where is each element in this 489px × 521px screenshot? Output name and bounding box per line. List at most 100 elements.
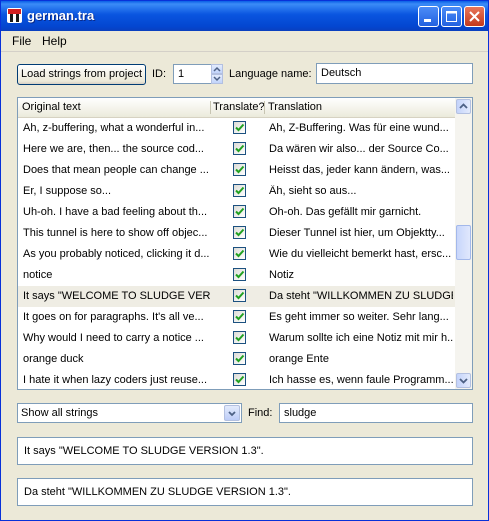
table-row[interactable]: Why would I need to carry a notice ... Wa… (18, 328, 455, 349)
filter-dropdown[interactable]: Show all strings (17, 403, 242, 423)
original-cell: orange duck (23, 353, 84, 365)
app-icon (7, 8, 22, 23)
column-divider[interactable] (210, 101, 211, 114)
translate-checkbox[interactable] (233, 373, 246, 386)
menu-file[interactable]: File (12, 34, 31, 48)
translation-cell: Oh-oh. Das gefällt mir garnicht. (269, 206, 422, 218)
translate-checkbox[interactable] (233, 268, 246, 281)
table-row[interactable]: orange duck orange Ente (18, 349, 455, 370)
maximize-button[interactable] (441, 6, 462, 27)
arrow-down-icon (213, 76, 221, 82)
original-cell: It goes on for paragraphs. It's all ve..… (23, 311, 204, 323)
table-row[interactable]: Does that mean people can change ... Heis… (18, 160, 455, 181)
table-row[interactable]: Ah, z-buffering, what a wonderful in... A… (18, 118, 455, 139)
column-translation[interactable]: Translation (268, 101, 322, 113)
translation-cell: Ah, Z-Buffering. Was für eine wund... (269, 122, 449, 134)
filter-selected: Show all strings (21, 407, 99, 419)
menu-help[interactable]: Help (42, 34, 67, 48)
id-spinner[interactable] (211, 64, 223, 84)
original-text-box[interactable]: It says "WELCOME TO SLUDGE VERSION 1.3". (17, 437, 473, 465)
translate-checkbox[interactable] (233, 226, 246, 239)
checkmark-icon (235, 375, 245, 384)
table-row[interactable]: It says "WELCOME TO SLUDGE VERS... Da ste… (18, 286, 455, 307)
column-translate[interactable]: Translate? (213, 101, 265, 113)
checkmark-icon (235, 249, 245, 258)
find-label: Find: (248, 407, 273, 419)
arrow-down-icon (459, 378, 468, 384)
arrow-up-icon (459, 103, 468, 109)
original-cell: Er, I suppose so... (23, 185, 112, 197)
table-row[interactable]: I hate it when lazy coders just reuse...… (18, 370, 455, 389)
translate-checkbox[interactable] (233, 352, 246, 365)
table-row[interactable]: This tunnel is here to show off objec...… (18, 223, 455, 244)
translation-cell: orange Ente (269, 353, 329, 365)
spin-down-button[interactable] (211, 74, 223, 84)
vertical-scrollbar[interactable] (455, 98, 472, 389)
chevron-down-icon (228, 411, 236, 417)
spin-up-button[interactable] (211, 64, 223, 74)
close-icon (469, 11, 480, 22)
translation-cell: Ich hasse es, wenn faule Programm... (269, 374, 453, 386)
table-row[interactable]: It goes on for paragraphs. It's all ve..… (18, 307, 455, 328)
translation-cell: Da steht "WILLKOMMEN ZU SLUDGE... (269, 290, 453, 302)
scroll-up-button[interactable] (456, 99, 471, 114)
original-cell: Uh-oh. I have a bad feeling about th... (23, 206, 208, 218)
translation-cell: Heisst das, jeder kann ändern, was... (269, 164, 450, 176)
checkmark-icon (235, 228, 245, 237)
table-row[interactable]: Here we are, then... the source cod... Da… (18, 139, 455, 160)
dropdown-button[interactable] (224, 405, 240, 421)
original-cell: I hate it when lazy coders just reuse... (23, 374, 208, 386)
translation-text-box[interactable]: Da steht "WILLKOMMEN ZU SLUDGE VERSION 1… (17, 478, 473, 506)
maximize-icon (446, 11, 457, 22)
language-input[interactable]: Deutsch (316, 63, 473, 84)
table-row[interactable]: As you probably noticed, clicking it d..… (18, 244, 455, 265)
load-strings-button[interactable]: Load strings from project (17, 64, 146, 85)
original-cell: This tunnel is here to show off objec... (23, 227, 208, 239)
table-row[interactable]: Uh-oh. I have a bad feeling about th... O… (18, 202, 455, 223)
translation-cell: Wie du vielleicht bemerkt hast, ersc... (269, 248, 452, 260)
column-original[interactable]: Original text (22, 101, 81, 113)
title-bar[interactable]: german.tra (1, 1, 488, 31)
original-cell: As you probably noticed, clicking it d..… (23, 248, 210, 260)
strings-table[interactable]: Original text Translate? Translation Ah,… (17, 97, 473, 390)
translate-checkbox[interactable] (233, 142, 246, 155)
checkmark-icon (235, 144, 245, 153)
table-row[interactable]: Er, I suppose so... Äh, sieht so aus... (18, 181, 455, 202)
translation-cell: Dieser Tunnel ist hier, um Objektty... (269, 227, 445, 239)
checkmark-icon (235, 207, 245, 216)
translate-checkbox[interactable] (233, 163, 246, 176)
arrow-up-icon (213, 66, 221, 72)
menu-bar: File Help (1, 31, 488, 52)
original-cell: Here we are, then... the source cod... (23, 143, 204, 155)
translate-checkbox[interactable] (233, 310, 246, 323)
original-cell: notice (23, 269, 53, 281)
scroll-thumb[interactable] (456, 225, 471, 260)
translate-checkbox[interactable] (233, 247, 246, 260)
checkmark-icon (235, 354, 245, 363)
translation-cell: Da wären wir also... der Source Co... (269, 143, 449, 155)
table-header: Original text Translate? Translation (18, 98, 455, 118)
language-label: Language name: (229, 68, 312, 80)
minimize-button[interactable] (418, 6, 439, 27)
translation-cell: Notiz (269, 269, 295, 281)
checkmark-icon (235, 333, 245, 342)
translation-cell: Äh, sieht so aus... (269, 185, 357, 197)
checkmark-icon (235, 165, 245, 174)
translate-checkbox[interactable] (233, 184, 246, 197)
table-row[interactable]: notice Notiz (18, 265, 455, 286)
window-title: german.tra (27, 8, 95, 23)
original-cell: Ah, z-buffering, what a wonderful in... (23, 122, 205, 134)
translate-checkbox[interactable] (233, 331, 246, 344)
translation-cell: Es geht immer so weiter. Sehr lang... (269, 311, 449, 323)
translate-checkbox[interactable] (233, 289, 246, 302)
app-window: german.tra File Help Load strings from p… (0, 0, 489, 521)
column-divider[interactable] (264, 101, 265, 114)
minimize-icon (424, 19, 431, 22)
find-input[interactable]: sludge (279, 403, 473, 423)
checkmark-icon (235, 291, 245, 300)
scroll-down-button[interactable] (456, 373, 471, 388)
checkmark-icon (235, 312, 245, 321)
close-button[interactable] (464, 6, 485, 27)
translate-checkbox[interactable] (233, 205, 246, 218)
translate-checkbox[interactable] (233, 121, 246, 134)
